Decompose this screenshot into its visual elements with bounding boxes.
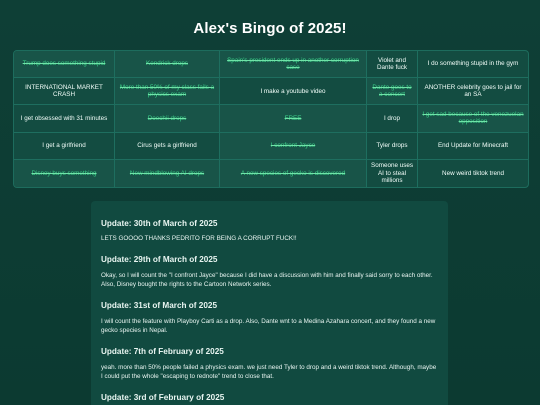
update-title: Update: 3rd of February of 2025 [101, 393, 225, 402]
bingo-cell[interactable]: I get sad because of the venezuelan oppo… [418, 105, 528, 133]
update-entry: Update: 3rd of February of 2025 [91, 381, 448, 402]
bingo-cell[interactable]: A new species of gecko is discovered [220, 159, 367, 187]
bingo-cell[interactable]: New mindblowing AI drops [115, 159, 220, 187]
bingo-cell[interactable]: Violet and Dante fuck [367, 51, 418, 79]
bingo-cell[interactable]: I drop [367, 105, 418, 133]
bingo-cell[interactable]: INTERNATIONAL MARKET CRASH [14, 78, 115, 106]
bingo-cell[interactable]: I make a youtube video [220, 78, 367, 106]
page: Alex's Bingo of 2025! Trump does somethi… [0, 0, 540, 405]
page-title: Alex's Bingo of 2025! [193, 20, 347, 37]
bingo-cell[interactable]: I do something stupid in the gym [418, 51, 528, 79]
update-title: Update: 30th of March of 2025 [101, 219, 218, 228]
bingo-cell[interactable]: Doechii drops [115, 105, 220, 133]
bingo-cell[interactable]: Disney buys something [14, 159, 115, 187]
bingo-cell[interactable]: Kendrick drops [115, 51, 220, 79]
bingo-cell[interactable]: Trump does something stupid [14, 51, 115, 79]
bingo-board: Trump does something stupid Kendrick dro… [13, 50, 529, 188]
bingo-cell[interactable]: Spain's president ends up in another cor… [220, 51, 367, 79]
update-body: yeah. more than 50% people failed a phys… [101, 364, 437, 380]
update-entry: Update: 30th of March of 2025 LETS GOOOO… [91, 201, 448, 243]
bingo-cell[interactable]: End Update for Minecraft [418, 133, 528, 160]
bingo-cell[interactable]: Cirus gets a girlfriend [115, 132, 220, 160]
bingo-cell[interactable]: Tyler drops [367, 132, 418, 160]
update-body: LETS GOOOO THANKS PEDRITO FOR BEING A CO… [101, 235, 297, 242]
updates-panel: Update: 30th of March of 2025 LETS GOOOO… [91, 201, 448, 405]
bingo-cell[interactable]: I get a girlfriend [14, 132, 115, 160]
bingo-cell[interactable]: New weird tiktok trend [418, 160, 528, 187]
update-entry: Update: 7th of February of 2025 yeah. mo… [91, 335, 448, 381]
bingo-cell[interactable]: I get obsessed with 31 minutes [14, 105, 115, 133]
update-body: Okay, so I will count the "I confront Ja… [101, 272, 433, 288]
bingo-cell[interactable]: ANOTHER celebrity goes to jail for an SA [418, 78, 528, 106]
bingo-cell[interactable]: I confront Jayce [220, 132, 367, 160]
update-title: Update: 31st of March of 2025 [101, 301, 218, 310]
update-title: Update: 7th of February of 2025 [101, 347, 224, 356]
update-entry: Update: 29th of March of 2025 Okay, so I… [91, 243, 448, 289]
bingo-cell[interactable]: Dante goes to a concert [367, 78, 418, 106]
update-entry: Update: 31st of March of 2025 I will cou… [91, 289, 448, 335]
bingo-cell[interactable]: More than 50% of my class fails a physic… [115, 78, 220, 106]
update-body: I will count the feature with Playboy Ca… [101, 318, 436, 334]
bingo-cell-free[interactable]: FREE [220, 105, 367, 133]
bingo-cell[interactable]: Someone uses AI to steal millions [367, 159, 418, 187]
update-title: Update: 29th of March of 2025 [101, 255, 218, 264]
